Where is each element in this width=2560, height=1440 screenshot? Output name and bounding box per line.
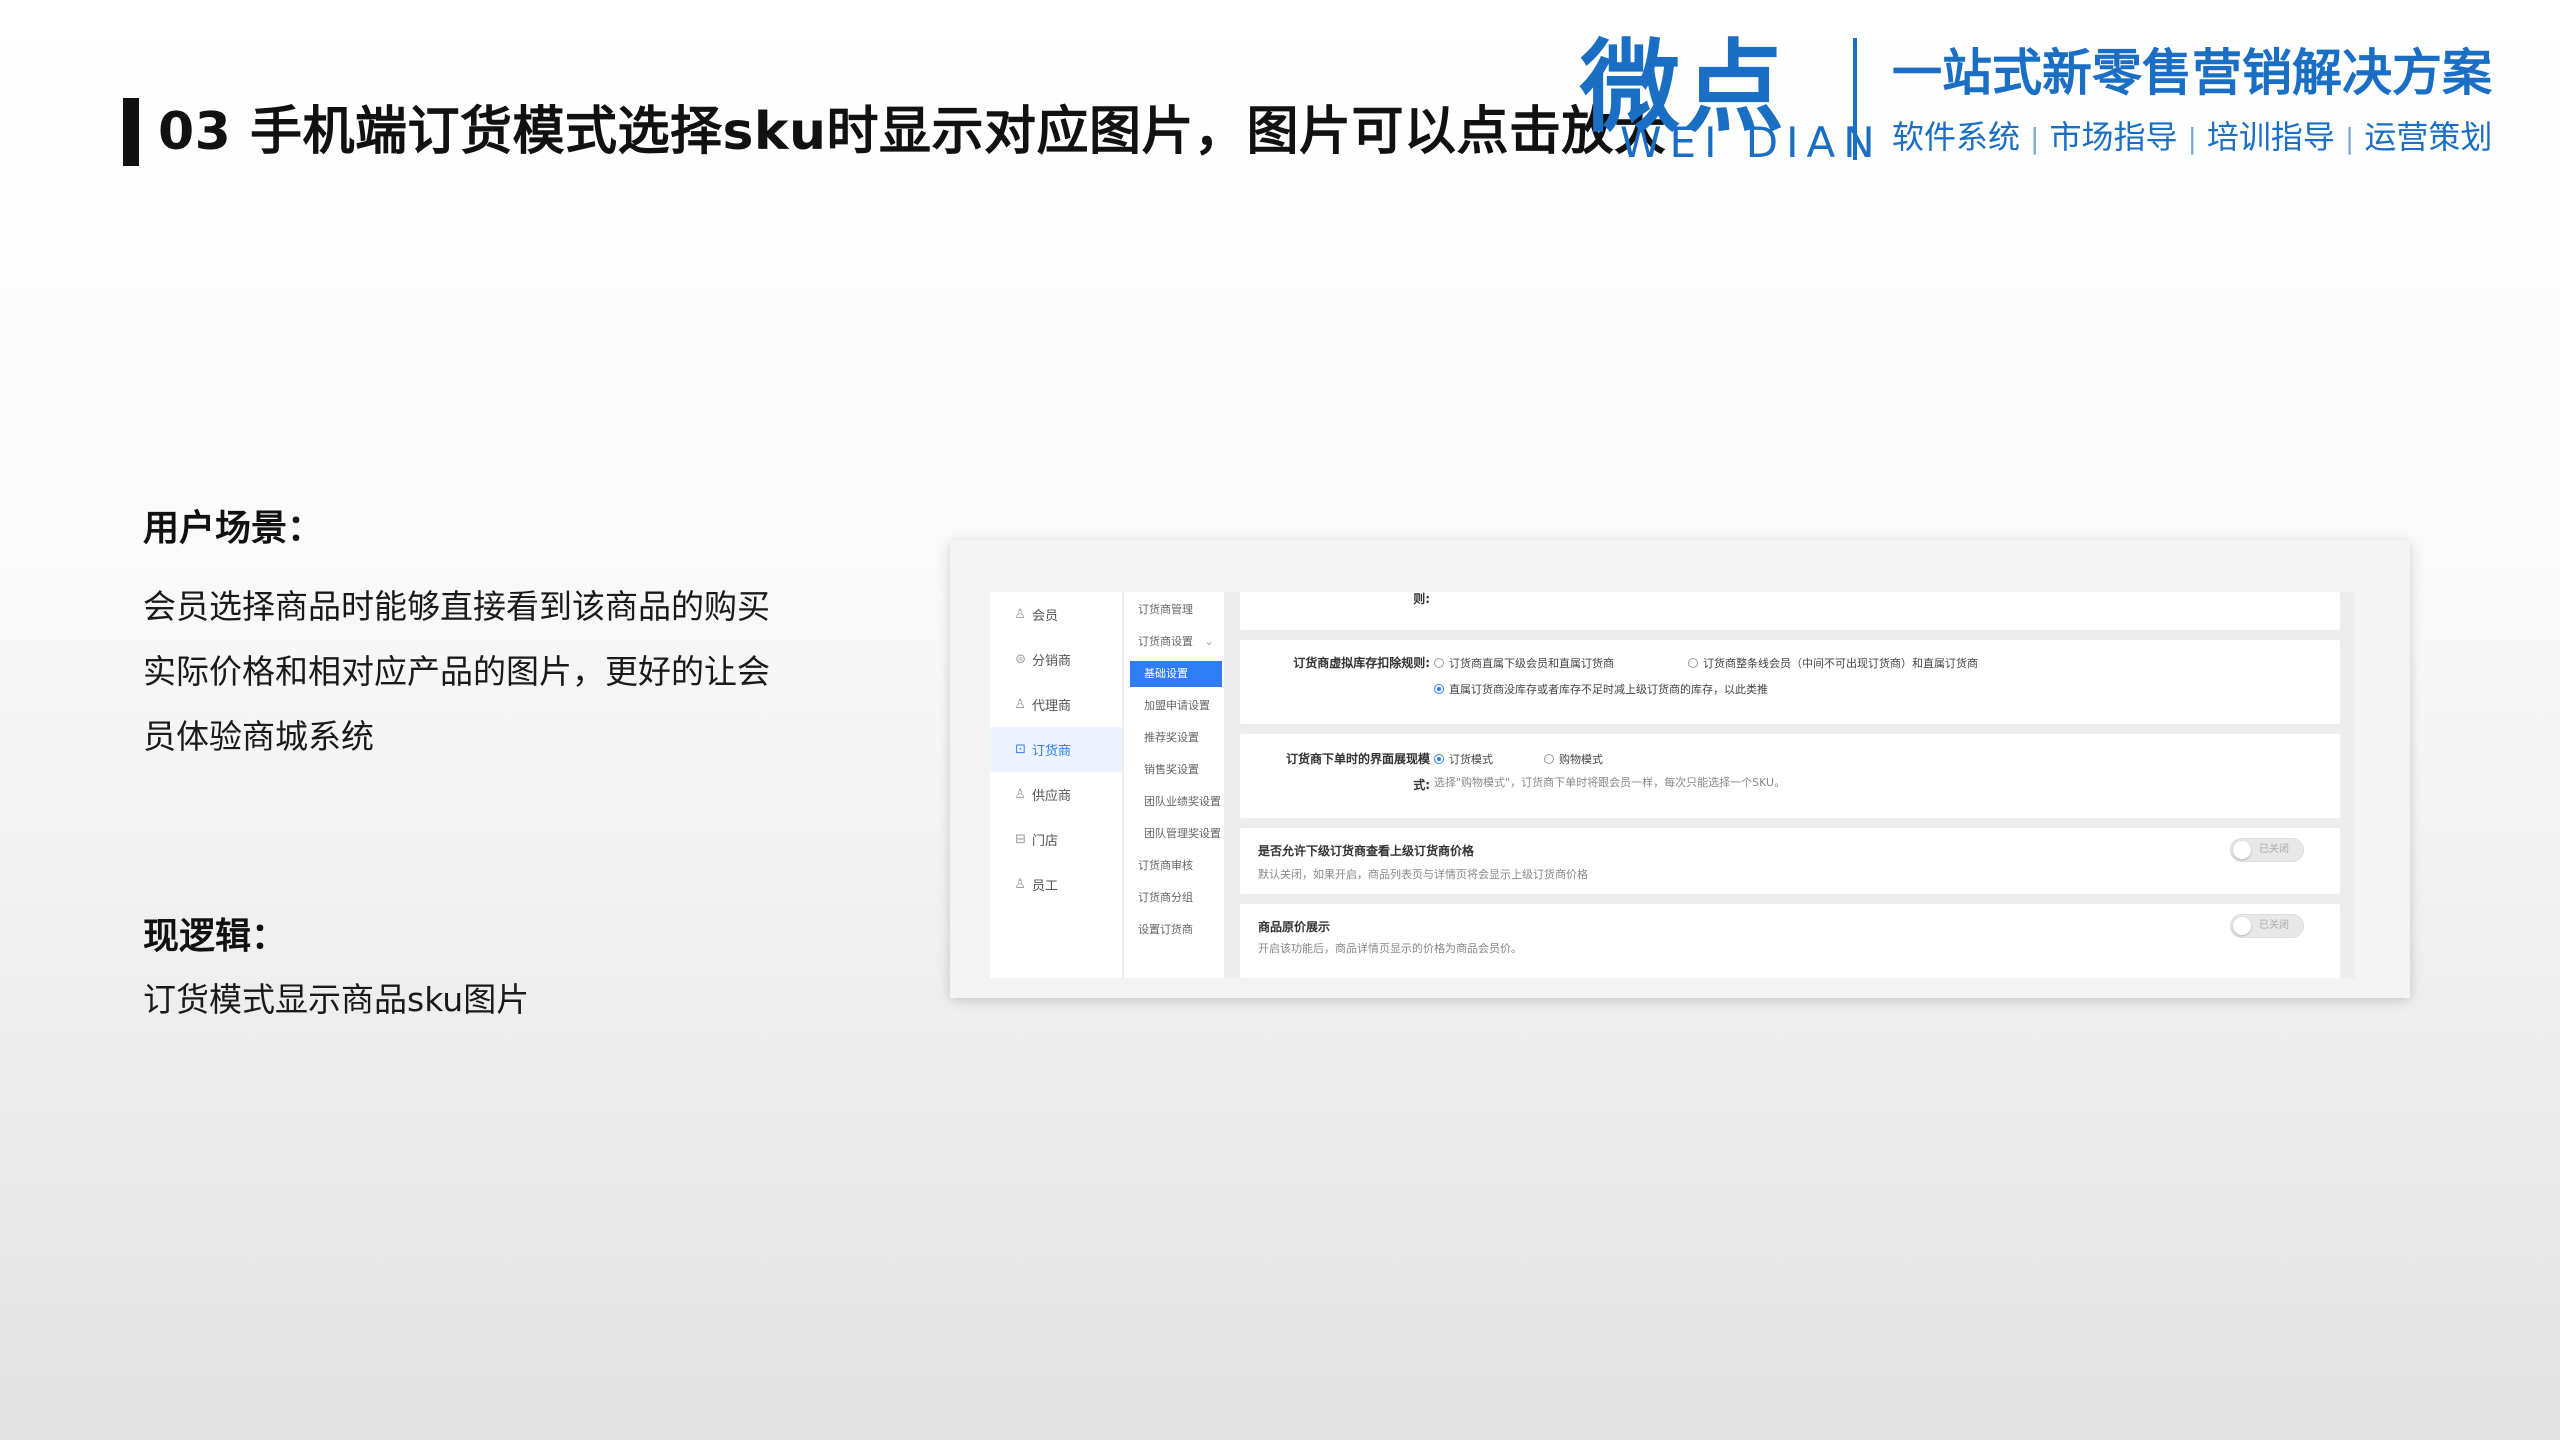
settings-row-stock-rule: 订货商虚拟库存扣除规则: 订货商直属下级会员和直属订货商 订货商整条线会员（中间… [1240,640,2340,724]
radio-option[interactable]: 订货商整条线会员（中间不可出现订货商）和直属订货商 [1688,655,1978,671]
chevron-down-icon: ⌄ [1204,635,1214,648]
setting-label: 商品原价展示 [1258,920,1331,934]
setting-label: 则: [1413,592,1430,606]
supplier-icon: ♙ [1014,787,1026,802]
subnav-label: 订货商设置 [1138,635,1193,648]
brand-logo: 微点 WEI DIAN 一站式新零售营销解决方案 软件系统 | 市场指导 | 培训指导 |… [1580,28,2540,168]
brand-services: 软件系统 | 市场指导 | 培训指导 | 运营策划 [1892,112,2492,164]
primary-nav: ♙ 会员 ⊜ 分销商 ♙ 代理商 ⊡ 订货商 ♙ 供应商 ⊟ 门店 ♙ 员工 [990,592,1122,978]
setting-label: 订货商虚拟库存扣除规则: [1293,656,1430,670]
brand-name-en: WEI DIAN [1620,118,1883,167]
nav-item-label: 门店 [1032,834,1059,849]
setting-description: 默认关闭，如果开启，商品列表页与详情页将会显示上级订货商价格 [1258,868,1588,881]
toggle-knob [2233,917,2251,935]
radio-label: 订货商直属下级会员和直属订货商 [1449,657,1614,670]
view-price-toggle[interactable]: 已关闭 [2230,838,2304,862]
nav-item-agent[interactable]: ♙ 代理商 [990,682,1122,727]
subnav-order-agent-groups[interactable]: 订货商分组 [1130,885,1222,911]
subnav-basic-settings[interactable]: 基础设置 [1130,661,1222,687]
subnav-order-agent-manage[interactable]: 订货商管理 [1130,597,1222,623]
nav-item-label: 代理商 [1032,699,1072,714]
distributor-icon: ⊜ [1015,652,1026,667]
nav-item-member[interactable]: ♙ 会员 [990,592,1122,637]
service-item: 软件系统 [1892,118,2021,156]
nav-item-label: 会员 [1032,609,1059,624]
nav-item-label: 分销商 [1032,654,1072,669]
order-agent-icon: ⊡ [1015,742,1026,757]
service-item: 培训指导 [2206,118,2335,156]
subnav-sales-reward[interactable]: 销售奖设置 [1130,757,1222,783]
toggle-label: 已关闭 [2259,844,2289,855]
subnav-order-agent-settings[interactable]: 订货商设置 ⌄ [1130,629,1222,655]
settings-row-order-ui: 订货商下单时的界面展现模 式: 订货模式 购物模式 选择"购物模式"，订货商下单… [1240,734,2340,818]
radio-label: 直属订货商没库存或者库存不足时减上级订货商的库存，以此类推 [1449,683,1768,696]
setting-label: 是否允许下级订货商查看上级订货商价格 [1258,844,1475,858]
subnav-team-performance-reward[interactable]: 团队业绩奖设置 [1130,789,1222,815]
settings-row-original-price: 商品原价展示 开启该功能后，商品详情页显示的价格为商品会员价。 已关闭 [1240,904,2340,978]
subnav-join-apply-settings[interactable]: 加盟申请设置 [1130,693,1222,719]
nav-item-distributor[interactable]: ⊜ 分销商 [990,637,1122,682]
subnav-team-management-reward[interactable]: 团队管理奖设置 [1130,821,1222,847]
nav-item-supplier[interactable]: ♙ 供应商 [990,772,1122,817]
service-item: 运营策划 [2364,118,2493,156]
setting-description: 开启该功能后，商品详情页显示的价格为商品会员价。 [1258,942,1522,955]
admin-panel: ♙ 会员 ⊜ 分销商 ♙ 代理商 ⊡ 订货商 ♙ 供应商 ⊟ 门店 ♙ 员工 订… [990,592,2355,978]
logic-body: 订货模式显示商品sku图片 [143,980,530,1019]
original-price-toggle[interactable]: 已关闭 [2230,914,2304,938]
settings-row-view-price: 是否允许下级订货商查看上级订货商价格 默认关闭，如果开启，商品列表页与详情页将会… [1240,828,2340,894]
subnav-order-agent-review[interactable]: 订货商审核 [1130,853,1222,879]
service-item: 市场指导 [2049,118,2178,156]
nav-item-staff[interactable]: ♙ 员工 [990,862,1122,907]
user-icon: ♙ [1014,607,1026,622]
logic-heading: 现逻辑： [143,916,288,957]
embedded-screenshot: ♙ 会员 ⊜ 分销商 ♙ 代理商 ⊡ 订货商 ♙ 供应商 ⊟ 门店 ♙ 员工 订… [950,540,2410,998]
radio-button[interactable] [1434,658,1444,668]
brand-slogan: 一站式新零售营销解决方案 [1892,44,2492,102]
page-title: 03 手机端订货模式选择sku时显示对应图片，图片可以点击放大 [158,102,1667,162]
title-accent-bar [123,98,139,166]
agent-icon: ♙ [1014,697,1026,712]
settings-main: 则: 订货商虚拟库存扣除规则: 订货商直属下级会员和直属订货商 订货商整条线会员… [1240,592,2340,978]
radio-option[interactable]: 订货模式 [1434,751,1493,767]
radio-option[interactable]: 订货商直属下级会员和直属订货商 [1434,655,1614,671]
scene-body: 会员选择商品时能够直接看到该商品的购买实际价格和相对应产品的图片，更好的让会员体… [143,587,770,756]
brand-divider [1853,38,1857,160]
nav-item-store[interactable]: ⊟ 门店 [990,817,1122,862]
radio-label: 购物模式 [1559,753,1603,766]
toggle-label: 已关闭 [2259,920,2289,931]
service-separator: | [2344,122,2355,155]
radio-option[interactable]: 购物模式 [1544,751,1603,767]
subnav-set-order-agent[interactable]: 设置订货商 [1130,917,1222,943]
service-separator: | [2030,122,2040,155]
radio-label: 订货商整条线会员（中间不可出现订货商）和直属订货商 [1703,657,1978,670]
toggle-knob [2233,841,2251,859]
setting-label: 订货商下单时的界面展现模 [1285,752,1430,766]
setting-label: 式: [1413,778,1430,792]
settings-row-top: 则: [1240,592,2340,630]
radio-button[interactable] [1688,658,1698,668]
nav-item-order-agent[interactable]: ⊡ 订货商 [990,727,1122,772]
subnav-referral-reward[interactable]: 推荐奖设置 [1130,725,1222,751]
secondary-nav: 订货商管理 订货商设置 ⌄ 基础设置 加盟申请设置 推荐奖设置 销售奖设置 团队… [1124,592,1224,978]
radio-label: 订货模式 [1449,753,1493,766]
nav-item-label: 供应商 [1032,789,1072,804]
scene-heading: 用户场景： [143,508,324,549]
radio-button-checked[interactable] [1434,684,1444,694]
staff-icon: ♙ [1014,877,1026,892]
radio-button[interactable] [1544,754,1554,764]
store-icon: ⊟ [1015,832,1026,847]
radio-button-checked[interactable] [1434,754,1444,764]
nav-item-label: 订货商 [1032,744,1072,759]
radio-option[interactable]: 直属订货商没库存或者库存不足时减上级订货商的库存，以此类推 [1434,681,1768,697]
nav-item-label: 员工 [1032,879,1059,894]
setting-description: 选择"购物模式"，订货商下单时将跟会员一样，每次只能选择一个SKU。 [1434,776,1786,789]
service-separator: | [2187,122,2197,155]
